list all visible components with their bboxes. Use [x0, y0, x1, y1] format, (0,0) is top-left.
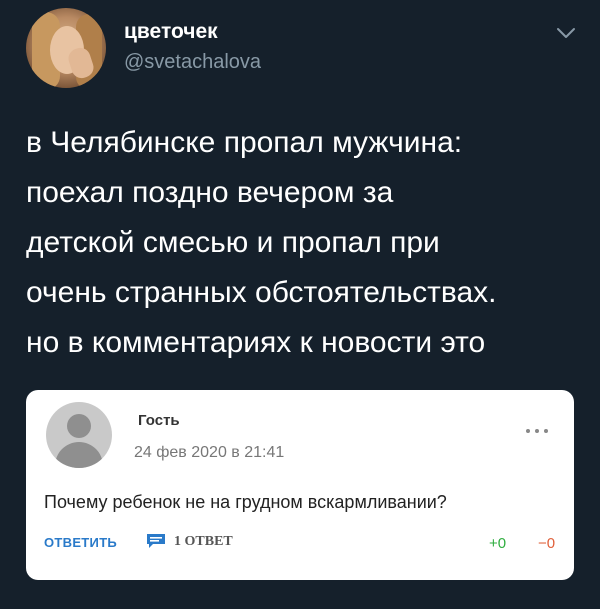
downvote-button[interactable]: −0	[538, 535, 555, 552]
tweet-text-line: поехал поздно вечером за	[26, 176, 394, 209]
user-handle[interactable]: @svetachalova	[124, 51, 261, 74]
user-avatar[interactable]	[26, 8, 106, 88]
avatar-head	[67, 414, 91, 438]
tweet-text-line: очень странных обстоятельствах.	[26, 276, 497, 309]
comment-text: Почему ребенок не на грудном вскармливан…	[44, 492, 447, 512]
comment-date: 24 фев 2020 в 21:41	[134, 444, 285, 461]
chevron-down-icon[interactable]	[555, 26, 577, 40]
comment-bubble-icon	[147, 534, 165, 548]
comment-author: Гость	[138, 412, 180, 429]
tweet-text-line: но в комментариях к новости это	[26, 326, 486, 359]
upvote-button[interactable]: +0	[489, 535, 506, 552]
reply-button[interactable]: ОТВЕТИТЬ	[44, 535, 117, 550]
tweet-text-line: в Челябинске пропал мужчина:	[26, 126, 463, 159]
tweet-text-line: детской смесью и пропал при	[26, 226, 440, 259]
replies-count: 1 ОТВЕТ	[174, 534, 233, 549]
user-display-name[interactable]: цветочек	[124, 20, 218, 44]
more-dots-icon[interactable]	[526, 426, 552, 436]
avatar-body	[55, 442, 103, 468]
tweet-text: в Челябинске пропал мужчина: поехал позд…	[26, 118, 586, 368]
comment-card[interactable]: Гость 24 фев 2020 в 21:41 Почему ребенок…	[26, 390, 574, 580]
default-avatar-icon	[46, 402, 112, 468]
tweet: цветочек @svetachalova в Челябинске проп…	[0, 0, 600, 609]
